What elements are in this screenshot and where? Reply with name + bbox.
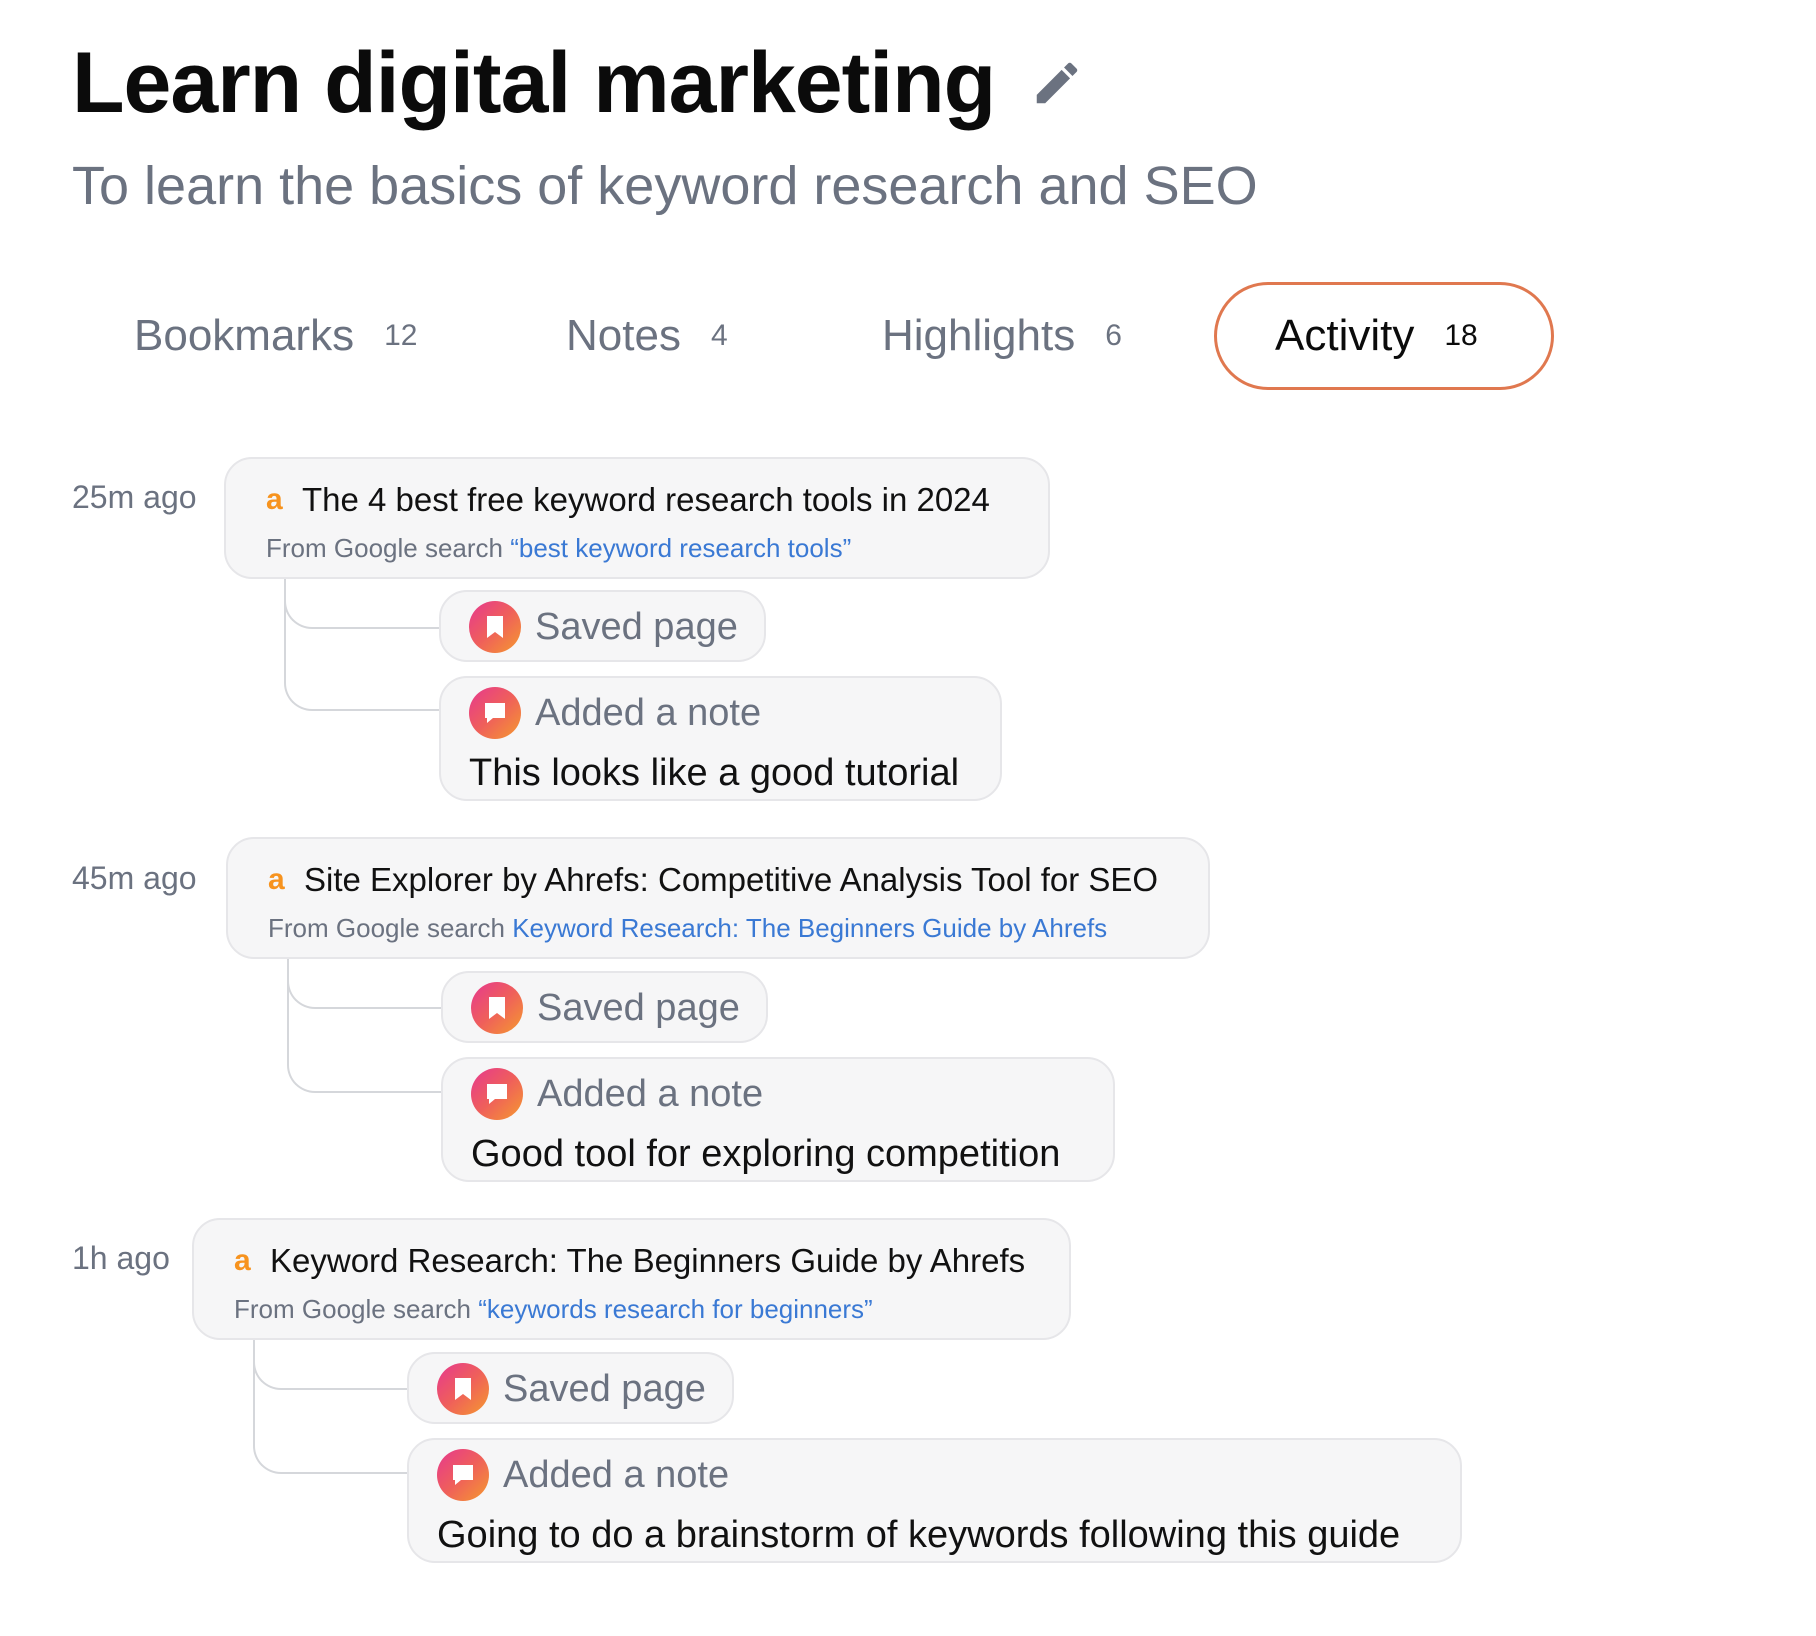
search-query-link[interactable]: Keyword Research: The Beginners Guide by… bbox=[512, 913, 1107, 943]
page-card[interactable]: a Site Explorer by Ahrefs: Competitive A… bbox=[226, 837, 1210, 959]
pencil-icon bbox=[1036, 62, 1078, 104]
source-prefix: From Google search bbox=[234, 1294, 479, 1324]
ahrefs-logo-icon: a bbox=[268, 865, 285, 895]
tree-connector bbox=[253, 1340, 409, 1474]
event-saved-page[interactable]: Saved page bbox=[441, 971, 768, 1043]
note-text: This looks like a good tutorial bbox=[469, 752, 960, 794]
source-prefix: From Google search bbox=[266, 533, 511, 563]
tab-bookmarks[interactable]: Bookmarks 12 bbox=[134, 282, 417, 390]
tab-label: Notes bbox=[566, 311, 681, 360]
page-title: Learn digital marketing bbox=[72, 35, 996, 131]
tab-notes[interactable]: Notes 4 bbox=[566, 282, 728, 390]
tab-count: 18 bbox=[1444, 319, 1478, 352]
search-query-link[interactable]: “best keyword research tools” bbox=[510, 533, 851, 563]
event-label: Saved page bbox=[503, 1367, 706, 1410]
tab-label: Highlights bbox=[882, 311, 1076, 360]
event-note[interactable]: Added a note Going to do a brainstorm of… bbox=[407, 1438, 1462, 1563]
bookmark-icon bbox=[471, 982, 523, 1034]
note-bubble-icon bbox=[471, 1068, 523, 1120]
tab-count: 12 bbox=[384, 319, 418, 352]
note-bubble-icon bbox=[469, 687, 521, 739]
event-note[interactable]: Added a note This looks like a good tuto… bbox=[439, 676, 1002, 801]
tab-label: Bookmarks bbox=[134, 311, 355, 360]
tab-bar: Bookmarks 12 Notes 4 Highlights 6 Activi… bbox=[72, 282, 1572, 394]
tab-label: Activity bbox=[1275, 311, 1415, 360]
note-text: Going to do a brainstorm of keywords fol… bbox=[437, 1514, 1401, 1556]
page-card-title: The 4 best free keyword research tools i… bbox=[302, 481, 990, 518]
page-card-source: From Google search Keyword Research: The… bbox=[268, 913, 1168, 944]
search-query-link[interactable]: “keywords research for beginners” bbox=[478, 1294, 873, 1324]
bookmark-icon bbox=[469, 601, 521, 653]
tree-connector bbox=[287, 959, 443, 1093]
page-card-title: Keyword Research: The Beginners Guide by… bbox=[270, 1242, 1026, 1279]
tab-count: 4 bbox=[710, 319, 728, 352]
activity-time: 25m ago bbox=[72, 479, 197, 515]
activity-time: 1h ago bbox=[72, 1240, 170, 1276]
note-text: Good tool for exploring competition bbox=[471, 1133, 1061, 1175]
page-card-source: From Google search “keywords research fo… bbox=[234, 1294, 1029, 1325]
event-label: Added a note bbox=[503, 1453, 730, 1496]
tab-highlights[interactable]: Highlights 6 bbox=[882, 282, 1122, 390]
tab-activity[interactable]: Activity 18 bbox=[1214, 282, 1554, 390]
tab-count: 6 bbox=[1105, 319, 1122, 352]
svg-text:a: a bbox=[266, 485, 283, 515]
page-card-source: From Google search “best keyword researc… bbox=[266, 533, 1008, 564]
ahrefs-logo-icon: a bbox=[234, 1246, 251, 1276]
event-label: Added a note bbox=[535, 691, 762, 734]
activity-time: 45m ago bbox=[72, 860, 197, 896]
bookmark-icon bbox=[437, 1363, 489, 1415]
svg-text:a: a bbox=[234, 1246, 251, 1276]
source-prefix: From Google search bbox=[268, 913, 513, 943]
page-card[interactable]: a Keyword Research: The Beginners Guide … bbox=[192, 1218, 1071, 1340]
page-header: Learn digital marketing bbox=[72, 40, 1085, 126]
tree-connector bbox=[284, 579, 440, 711]
event-label: Added a note bbox=[537, 1072, 764, 1115]
svg-text:a: a bbox=[268, 865, 285, 895]
note-bubble-icon bbox=[437, 1449, 489, 1501]
event-saved-page[interactable]: Saved page bbox=[407, 1352, 734, 1424]
event-saved-page[interactable]: Saved page bbox=[439, 590, 766, 662]
event-label: Saved page bbox=[535, 605, 738, 648]
page-subtitle: To learn the basics of keyword research … bbox=[72, 156, 1258, 216]
edit-title-button[interactable] bbox=[1029, 55, 1085, 111]
ahrefs-logo-icon: a bbox=[266, 485, 283, 515]
page-card-title: Site Explorer by Ahrefs: Competitive Ana… bbox=[304, 861, 1159, 898]
event-note[interactable]: Added a note Good tool for exploring com… bbox=[441, 1057, 1115, 1182]
event-label: Saved page bbox=[537, 986, 740, 1029]
page-card[interactable]: a The 4 best free keyword research tools… bbox=[224, 457, 1050, 579]
